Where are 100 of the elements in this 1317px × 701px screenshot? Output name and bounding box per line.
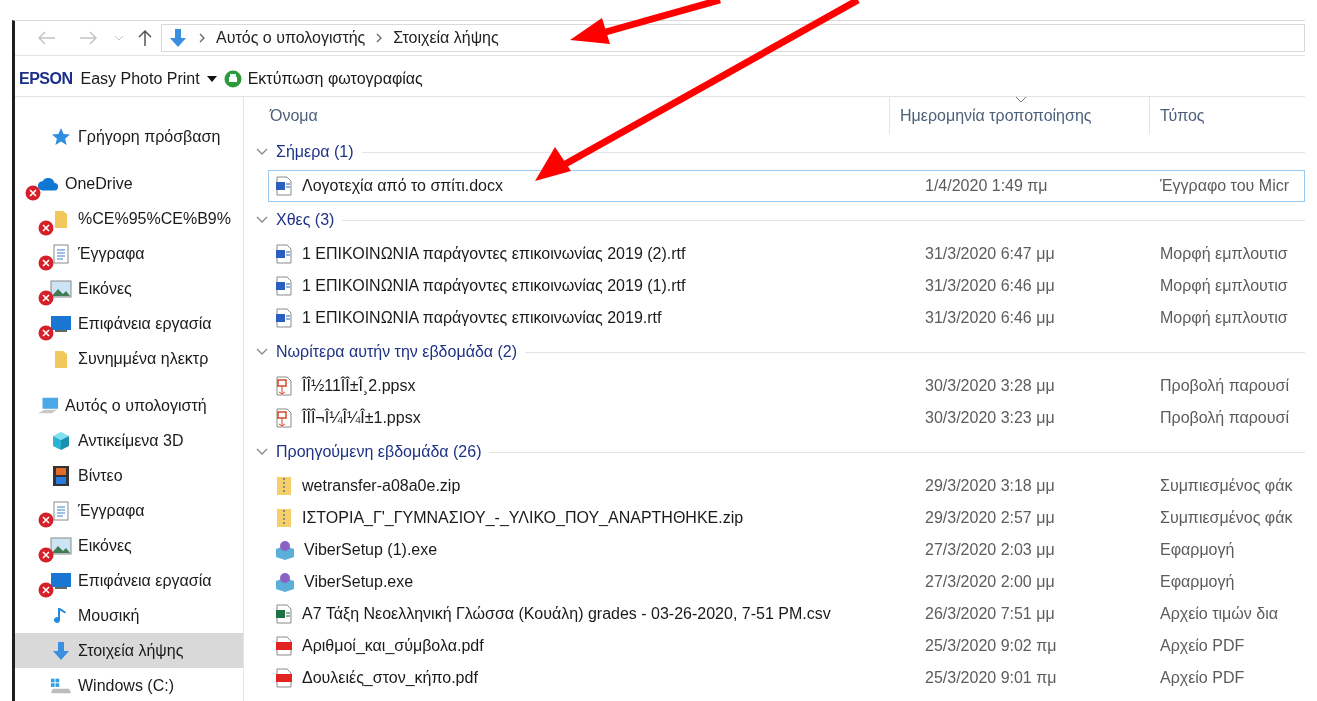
type-cell-text: Αρχείο PDF [1159, 637, 1246, 655]
music-note-icon [54, 605, 68, 626]
sidebar-item[interactable]: Βίντεο [15, 458, 243, 493]
file-name: wetransfer-a08a0e.zip [302, 477, 461, 495]
group-title: Νωρίτερα αυτήν την εβδομάδα (2) [276, 343, 518, 361]
file-row[interactable]: ÎÎ½11ÎÎ±Î¸2.ppsx 30/3/2020 3:28 μμ Προβολή παρουσί [268, 370, 1305, 402]
document-icon [52, 500, 70, 521]
file-row[interactable]: Αριθμοί_και_σύμβολα.pdf 25/3/2020 9:02 πμ Αρχείο PDF [268, 630, 1305, 662]
sidebar-item[interactable]: Έγγραφα [15, 236, 243, 271]
file-row[interactable]: Α7 Τάξη Νεοελληνική Γλώσσα (Κουάλη) grades - 03-26-2020, 7-51 PM.csv 26/3/2020 7:51 μμ Αρχείο τιμών δια [268, 598, 1305, 630]
chevron-icon [256, 216, 268, 224]
printer-icon[interactable] [223, 70, 242, 88]
column-header[interactable]: Όνομα [244, 97, 889, 134]
file-name: 1 ΕΠΙΚΟΙΝΩΝΙΑ παράγοντες επικοινωνίας 2019 (2).rtf [302, 245, 686, 263]
file-row[interactable]: wetransfer-a08a0e.zip 29/3/2020 3:18 μμ Συμπιεσμένος φάκ [268, 470, 1305, 502]
up-arrow-icon[interactable] [138, 29, 152, 47]
sidebar-item[interactable]: Στοιχεία λήψης [15, 633, 243, 668]
file-row[interactable]: ÎÎÎ¬Î¼Î¼Î±1.ppsx 30/3/2020 3:23 μμ Προβολή παρουσί [268, 402, 1305, 434]
cloud-icon [37, 175, 59, 192]
group-header[interactable]: Χθες (3) [244, 202, 1305, 238]
file-name: Α7 Τάξη Νεοελληνική Γλώσσα (Κουάλη) grades - 03-26-2020, 7-51 PM.csv [302, 605, 831, 623]
file-name: ÎÎÎ¬Î¼Î¼Î±1.ppsx [302, 409, 421, 427]
file-row[interactable]: ViberSetup.exe 27/3/2020 2:00 μμ Εφαρμογή [268, 566, 1305, 598]
breadcrumb[interactable]: Αυτός ο υπολογιστής [216, 29, 366, 47]
file-row[interactable]: ΙΣΤΟΡΙΑ_Γ'_ΓΥΜΝΑΣΙΟΥ_-_ΥΛΙΚΟ_ΠΟΥ_ΑΝΑΡΤΗΘΗΚΕ.zip 29/3/2020 2:57 μμ Συμπιεσμένος φάκ [268, 502, 1305, 534]
sidebar-item[interactable]: Windows (C:) [15, 668, 243, 701]
film-icon [52, 464, 70, 487]
file-name: Λογοτεχία από το σπίτι.docx [302, 177, 503, 195]
file-name: Δουλειές_στον_κήπο.pdf [302, 669, 478, 687]
folder-icon [53, 208, 69, 229]
file-name: ΙΣΤΟΡΙΑ_Γ'_ΓΥΜΝΑΣΙΟΥ_-_ΥΛΙΚΟ_ΠΟΥ_ΑΝΑΡΤΗΘΗΚΕ.zip [302, 509, 744, 527]
file-row[interactable]: 1 ΕΠΙΚΟΙΝΩΝΙΑ παράγοντες επικοινωνίας 2019 (1).rtf 31/3/2020 6:46 μμ Μορφή εμπλουτισ [268, 270, 1305, 302]
drive-icon [50, 676, 72, 695]
type-cell-text: Αρχείο τιμών δια [1159, 605, 1279, 623]
file-row[interactable]: 1 ΕΠΙΚΟΙΝΩΝΙΑ παράγοντες επικοινωνίας 2019.rtf 31/3/2020 6:46 μμ Μορφή εμπλουτισ [268, 302, 1305, 334]
file-row[interactable]: Λογοτεχία από το σπίτι.docx 1/4/2020 1:49 πμ Έγγραφο του Micr [268, 170, 1305, 202]
sidebar-item[interactable]: Γρήγορη πρόσβαση [15, 119, 243, 154]
file-row[interactable]: Δουλειές_στον_κήπο.pdf 25/3/2020 9:01 πμ Αρχείο PDF [268, 662, 1305, 694]
monitor-icon [50, 571, 72, 590]
sidebar-item[interactable]: %CE%95%CE%B9% [15, 201, 243, 236]
chevron-right-icon [198, 32, 206, 44]
sidebar-item[interactable]: Επιφάνεια εργασία [15, 563, 243, 598]
word-document-icon [275, 276, 293, 296]
chevron-right-icon [375, 32, 384, 44]
sidebar-item[interactable]: Έγγραφα [15, 493, 243, 528]
type-cell-text: Προβολή παρουσί [1159, 409, 1290, 427]
group-header[interactable]: Προηγούμενη εβδομάδα (26) [244, 434, 1305, 470]
chevron-icon [256, 148, 268, 156]
slideshow-file-icon [275, 376, 293, 396]
zip-folder-icon [275, 476, 293, 496]
app-menu-label[interactable]: Easy Photo Print [80, 70, 200, 88]
brand-logo: EPSON [19, 70, 73, 88]
computer-icon [37, 395, 59, 416]
file-name: 1 ΕΠΙΚΟΙΝΩΝΙΑ παράγοντες επικοινωνίας 2019 (1).rtf [302, 277, 686, 295]
sidebar-item[interactable]: Επιφάνεια εργασία [15, 306, 243, 341]
file-name: ViberSetup (1).exe [304, 541, 438, 559]
picture-icon [50, 536, 72, 555]
zip-folder-icon [275, 508, 293, 528]
type-cell-text: Μορφή εμπλουτισ [1159, 277, 1289, 295]
type-cell-text: Μορφή εμπλουτισ [1159, 309, 1289, 327]
type-cell-text: Συμπιεσμένος φάκ [1159, 477, 1294, 495]
group-title: Σήμερα (1) [276, 143, 354, 161]
cube-icon [51, 430, 71, 451]
group-title: Χθες (3) [276, 211, 335, 229]
sidebar-item[interactable]: OneDrive [15, 166, 243, 201]
address-bar[interactable]: Αυτός ο υπολογιστής Στοιχεία λήψης [161, 24, 1305, 52]
type-cell-text: Εφαρμογή [1159, 573, 1236, 591]
sidebar-item[interactable]: Συνημμένα ηλεκτρ [15, 341, 243, 376]
slideshow-file-icon [275, 408, 293, 428]
group-header[interactable]: Νωρίτερα αυτήν την εβδομάδα (2) [244, 334, 1305, 370]
pdf-file-icon [275, 668, 293, 688]
spreadsheet-icon [275, 604, 293, 624]
column-header[interactable]: Τύπος [1149, 97, 1305, 134]
type-cell-text: Έγγραφο του Micr [1159, 177, 1290, 195]
sidebar-item[interactable]: Εικόνες [15, 271, 243, 306]
file-row[interactable]: 1 ΕΠΙΚΟΙΝΩΝΙΑ παράγοντες επικοινωνίας 2019 (2).rtf 31/3/2020 6:47 μμ Μορφή εμπλουτισ [268, 238, 1305, 270]
sidebar-item[interactable]: Αυτός ο υπολογιστή [15, 388, 243, 423]
group-header[interactable]: Σήμερα (1) [244, 134, 1305, 170]
pdf-file-icon [275, 636, 293, 656]
monitor-icon [50, 314, 72, 333]
print-photo-button[interactable]: Εκτύπωση φωτογραφίας [247, 70, 423, 88]
chevron-icon [256, 448, 268, 456]
word-document-icon [275, 244, 293, 264]
file-row[interactable]: ViberSetup (1).exe 27/3/2020 2:03 μμ Εφαρμογή [268, 534, 1305, 566]
type-cell-text: Μορφή εμπλουτισ [1159, 245, 1289, 263]
star-icon [51, 126, 71, 147]
word-document-icon [275, 176, 293, 196]
installer-box-icon [275, 540, 295, 560]
file-name: 1 ΕΠΙΚΟΙΝΩΝΙΑ παράγοντες επικοινωνίας 2019.rtf [302, 309, 662, 327]
file-name: ÎÎ½11ÎÎ±Î¸2.ppsx [302, 377, 416, 395]
sidebar-item[interactable]: Μουσική [15, 598, 243, 633]
sidebar-item[interactable]: Αντικείμενα 3D [15, 423, 243, 458]
breadcrumb[interactable]: Στοιχεία λήψης [393, 29, 499, 47]
type-cell-text: Αρχείο PDF [1159, 669, 1246, 687]
sidebar-item[interactable]: Εικόνες [15, 528, 243, 563]
column-header[interactable]: Ημερομηνία τροποποίησης [889, 97, 1149, 134]
sort-indicator-icon [1015, 96, 1027, 103]
group-title: Προηγούμενη εβδομάδα (26) [276, 443, 482, 461]
caret-icon[interactable] [205, 75, 218, 83]
folder-icon [53, 348, 69, 369]
